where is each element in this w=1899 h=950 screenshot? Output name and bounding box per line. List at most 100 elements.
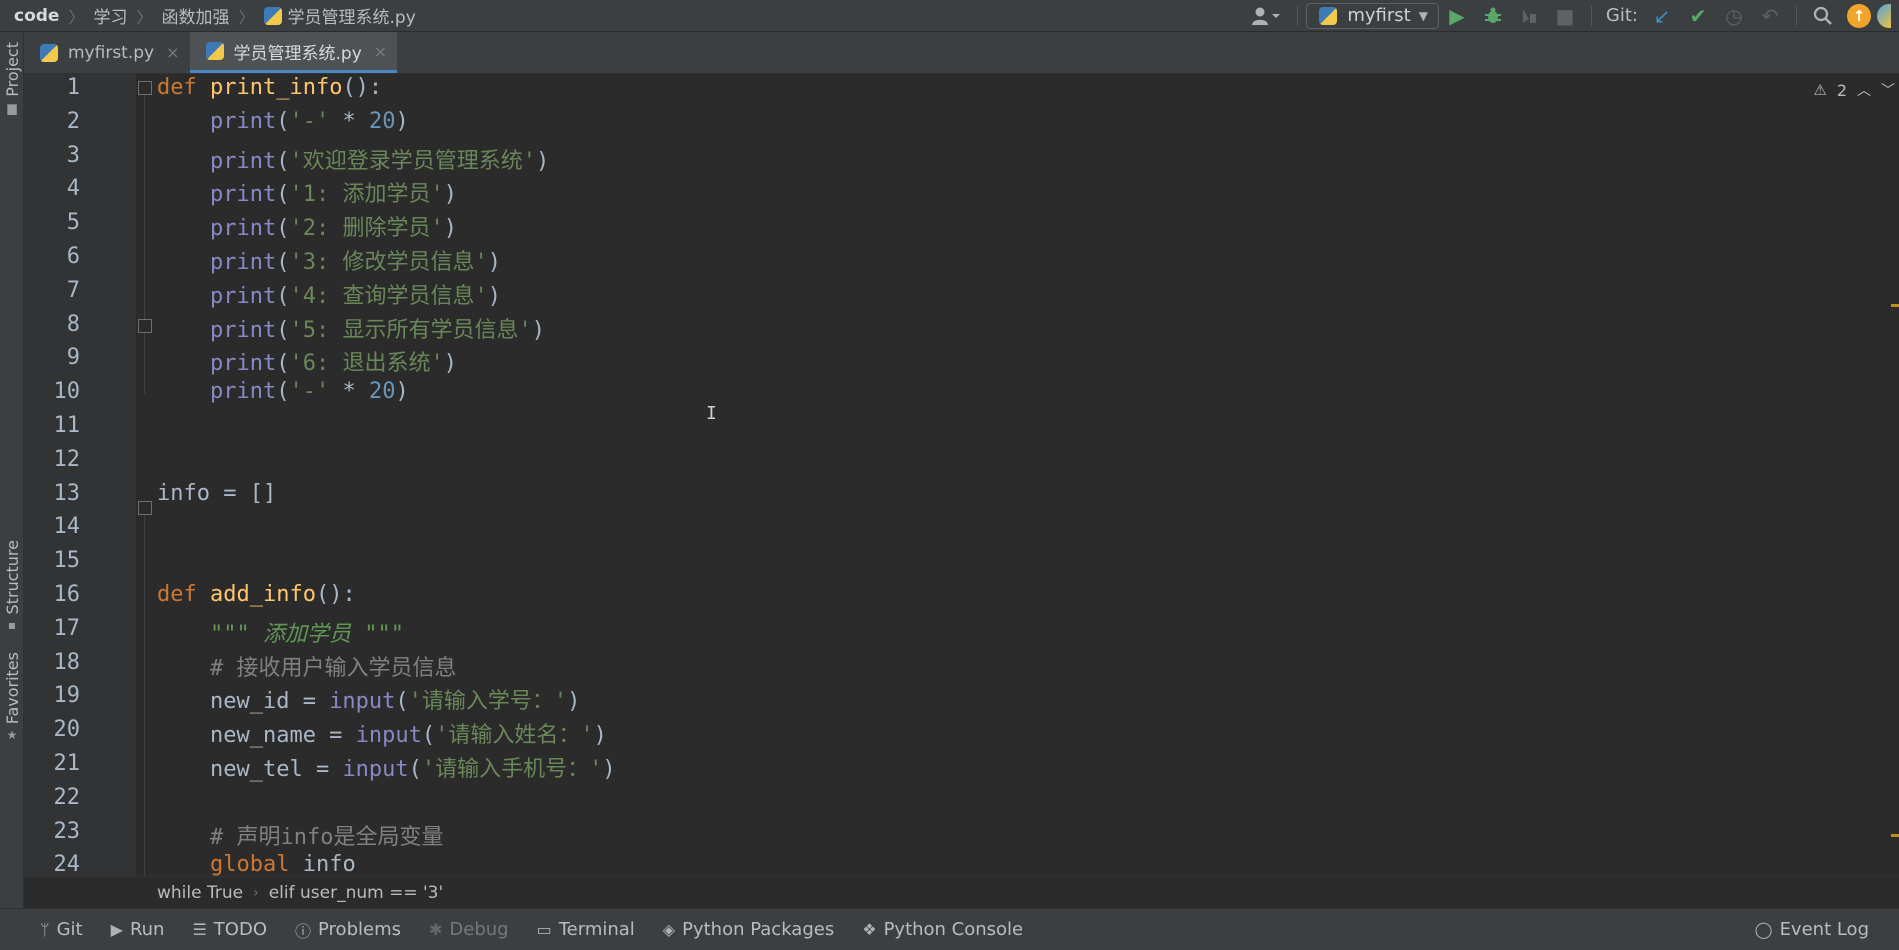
git-commit-icon[interactable]: ✔ [1680,0,1716,32]
line-number[interactable]: 18 [24,650,81,675]
code-line[interactable]: print('3: 修改学员信息') [157,244,501,276]
code-breadcrumb-elif[interactable]: elif user_num == '3' [269,883,443,903]
code-line[interactable]: # 声明info是全局变量 [157,819,443,851]
code-line[interactable]: new_name = input('请输入姓名：') [157,717,607,749]
line-number[interactable]: 7 [24,278,80,303]
user-icon[interactable] [1243,0,1289,32]
history-icon[interactable]: ◷ [1716,0,1752,32]
code-line[interactable]: def print_info(): [157,75,382,100]
favorites-tool-tab[interactable]: Favorites ★ [0,652,24,742]
line-number[interactable]: 24 [24,852,81,876]
project-tool-tab[interactable]: Project ▆ [0,42,24,115]
line-number[interactable]: 9 [24,345,80,370]
run-icon[interactable]: ▶ [1439,0,1475,32]
code-line[interactable]: def add_info(): [157,582,356,607]
scrollbar-warning-marker[interactable] [1891,304,1899,307]
line-number[interactable]: 8 [24,312,80,337]
code-line[interactable]: info = [] [157,481,276,506]
code-line[interactable]: print('1: 添加学员') [157,176,457,208]
code-token: ) [593,723,607,749]
code-line[interactable]: global info [157,852,356,876]
tab-myfirst[interactable]: myfirst.py × [24,32,190,73]
update-icon[interactable]: ↑ [1841,0,1877,32]
line-number[interactable]: 20 [24,717,81,742]
code-breadcrumb-while[interactable]: while True [157,883,243,903]
code-token: input [329,689,396,715]
line-number[interactable]: 13 [24,481,81,506]
code-line[interactable]: print('-' * 20) [157,379,409,404]
code-line[interactable]: print('4: 查询学员信息') [157,278,501,310]
line-number[interactable]: 19 [24,683,81,708]
toolbox-icon[interactable] [1877,3,1891,28]
rollback-icon[interactable]: ↶ [1752,0,1788,32]
close-icon[interactable]: × [166,43,179,62]
breadcrumb-project[interactable]: code [14,6,59,26]
code-token: print [209,351,277,377]
fold-collapse-icon[interactable] [138,501,152,515]
update-arrow-icon: ↑ [1847,3,1871,28]
code-line[interactable]: new_id = input('请输入学号：') [157,683,580,715]
tab-student-system[interactable]: 学员管理系统.py × [189,32,398,73]
line-number[interactable]: 17 [24,616,81,641]
code-token: '欢迎登录学员管理系统' [289,148,536,174]
fold-end-icon[interactable] [138,319,152,333]
line-number[interactable]: 12 [24,447,81,472]
chevron-up-icon[interactable]: ︿ [1857,80,1871,100]
code-token: print [209,108,277,134]
code-token: ) [531,317,545,343]
line-number[interactable]: 16 [24,582,81,607]
code-token: ( [395,689,409,715]
line-number[interactable]: 6 [24,244,80,269]
debug-icon[interactable] [1475,0,1511,32]
line-number[interactable]: 3 [24,143,80,168]
code-line[interactable]: # 接收用户输入学员信息 [157,650,457,682]
line-number[interactable]: 11 [24,413,81,438]
line-number[interactable]: 22 [24,785,81,810]
inspection-widget[interactable]: ⚠ 2 ︿ ﹀ [1813,80,1895,100]
debug-tool-button[interactable]: ✱ Debug [415,919,523,940]
code-editor[interactable]: 1 2 3 4 5 6 7 8 9 10 11 12 13 14 15 16 17 18 19 20 21 22 23 24 … [24,74,1899,876]
line-number[interactable]: 1 [24,75,80,100]
code-line[interactable]: print('2: 删除学员') [157,210,457,242]
breadcrumb-folder-study[interactable]: 学习 [93,3,127,28]
git-tool-button[interactable]: ᛘ Git [0,919,97,940]
line-number[interactable]: 2 [24,109,80,134]
code-line[interactable]: new_tel = input('请输入手机号：') [157,751,616,783]
line-number[interactable]: 15 [24,548,81,573]
code-token: ) [443,216,457,242]
line-number[interactable]: 23 [24,819,81,844]
event-log-tool-button[interactable]: ◯ Event Log [1741,919,1899,940]
fold-collapse-icon[interactable] [138,81,152,95]
line-number[interactable]: 4 [24,176,80,201]
scrollbar-warning-marker[interactable] [1891,834,1899,837]
breadcrumb-file[interactable]: 学员管理系统.py [288,3,416,28]
close-icon[interactable]: × [374,42,387,61]
code-token: '3: 修改学员信息' [289,250,488,275]
python-packages-tool-button[interactable]: ◈ Python Packages [649,919,848,940]
stop-icon[interactable]: ■ [1547,0,1583,32]
line-number[interactable]: 10 [24,379,81,404]
code-line[interactable]: """ 添加学员 """ [157,616,404,648]
code-line[interactable]: print('欢迎登录学员管理系统') [157,143,549,175]
breadcrumb-folder-functions[interactable]: 函数加强 [162,3,230,28]
structure-tool-tab[interactable]: Structure ▪ [0,540,24,632]
line-number[interactable]: 21 [24,751,81,776]
problems-tool-button[interactable]: ⓘ Problems [281,918,415,942]
line-number[interactable]: 5 [24,210,80,235]
run-tool-button[interactable]: ▶ Run [97,919,179,940]
code-line[interactable]: print('6: 退出系统') [157,345,457,377]
coverage-icon[interactable] [1511,0,1547,32]
chevron-down-icon[interactable]: ﹀ [1881,80,1895,100]
code-token: # 声明info是全局变量 [209,824,444,850]
terminal-tool-button[interactable]: ▭ Terminal [523,919,649,940]
python-console-tool-button[interactable]: ❖ Python Console [848,919,1037,940]
code-token: ( [276,283,290,309]
run-configuration-select[interactable]: myfirst ▼ [1306,2,1439,29]
fold-guide [144,508,145,876]
code-line[interactable]: print('5: 显示所有学员信息') [157,312,545,344]
git-update-icon[interactable]: ↙ [1644,0,1680,32]
line-number[interactable]: 14 [24,514,81,539]
code-line[interactable]: print('-' * 20) [157,109,409,134]
todo-tool-button[interactable]: ☰ TODO [178,919,281,940]
search-icon[interactable] [1805,0,1841,32]
